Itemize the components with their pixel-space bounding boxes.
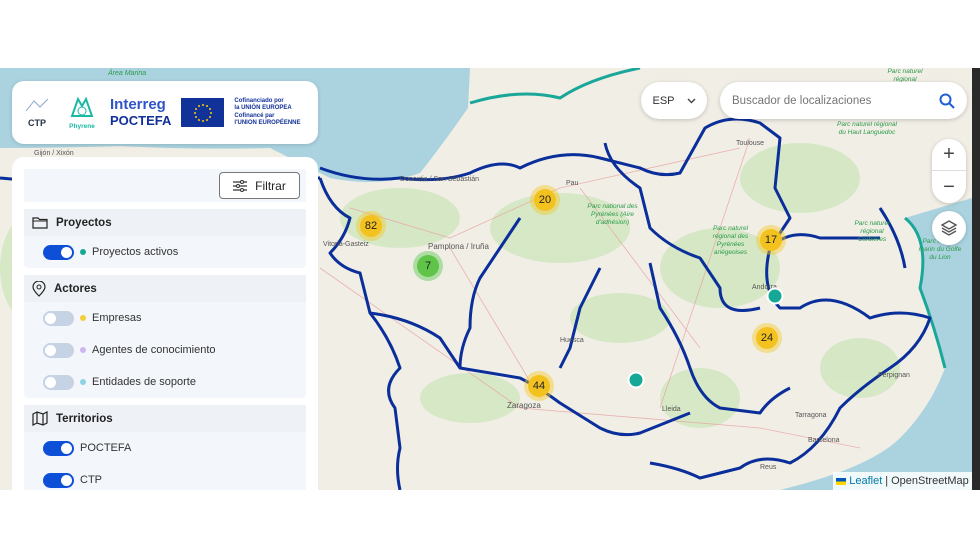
- legend-dot: [80, 249, 86, 255]
- chevron-down-icon: [687, 98, 695, 103]
- cluster-marker[interactable]: 44: [524, 371, 554, 401]
- ctp-logo: CTP: [20, 97, 54, 128]
- section-title: Territorios: [56, 412, 113, 425]
- search-icon[interactable]: [939, 93, 955, 109]
- filter-button[interactable]: Filtrar: [219, 172, 300, 199]
- sliders-icon: [233, 179, 248, 192]
- map-label: Gijón / Xixón: [34, 150, 74, 157]
- layer-label: CTP: [80, 474, 102, 486]
- ctp-toggle[interactable]: [43, 472, 74, 488]
- legend-dot: [80, 379, 86, 385]
- map-label: Vitoria-Gasteiz: [323, 241, 369, 248]
- language-value: ESP: [652, 94, 675, 107]
- interreg-logo: Interreg POCTEFA: [110, 95, 172, 128]
- section-proyectos: Proyectos Proyectos activos: [24, 209, 306, 268]
- map-label: Barcelona: [808, 437, 840, 444]
- layer-label: Proyectos activos: [92, 246, 179, 258]
- park-label: Parc naturel régional des Pyrénées ariég…: [712, 225, 749, 256]
- map-label: Lleida: [662, 406, 681, 413]
- cluster-marker[interactable]: 17: [756, 225, 786, 255]
- project-marker[interactable]: [627, 371, 645, 389]
- map-label: Zaragoza: [507, 401, 541, 410]
- map-label: Donostia / San Sebastián: [400, 176, 479, 183]
- proyectos-activos-toggle[interactable]: [43, 244, 74, 260]
- cluster-marker[interactable]: 24: [752, 323, 782, 353]
- section-title: Proyectos: [56, 216, 112, 229]
- map-label: Reus: [760, 464, 777, 471]
- layer-row: Entidades de soporte: [24, 366, 306, 398]
- location-search: [720, 82, 967, 119]
- cluster-count: 24: [756, 327, 778, 349]
- zoom-in-button[interactable]: +: [932, 139, 966, 171]
- section-actores: Actores Empresas Agentes de conocimiento…: [24, 275, 306, 398]
- cluster-count: 7: [417, 255, 439, 277]
- map-label: Tarragona: [795, 412, 827, 419]
- phyrene-logo: Phyrene: [64, 96, 100, 130]
- window-edge: [972, 68, 980, 490]
- eu-flag-icon: [181, 98, 225, 127]
- cluster-marker[interactable]: 82: [356, 211, 386, 241]
- search-input[interactable]: [732, 94, 922, 107]
- map-icon: [32, 411, 48, 426]
- folder-icon: [32, 217, 48, 229]
- osm-link[interactable]: OpenStreetMap: [891, 475, 969, 487]
- filter-bar: Filtrar: [24, 169, 306, 202]
- agentes-toggle[interactable]: [43, 342, 74, 358]
- cluster-marker[interactable]: 7: [413, 251, 443, 281]
- layer-label: POCTEFA: [80, 442, 132, 454]
- attribution-separator: |: [885, 475, 889, 487]
- cluster-count: 44: [528, 375, 550, 397]
- legend-dot: [80, 315, 86, 321]
- project-marker[interactable]: [766, 287, 784, 305]
- park-label: Parc national des Pyrénées (Aire d'adhés…: [587, 203, 638, 226]
- layer-row: Proyectos activos: [24, 236, 306, 268]
- map-label: Pamplona / Iruña: [428, 242, 489, 251]
- logo-card: CTP Phyrene Interreg POCTEFA Cofinanciad…: [12, 81, 318, 144]
- layer-label: Entidades de soporte: [92, 376, 196, 388]
- cluster-count: 17: [760, 229, 782, 251]
- filter-panel: Filtrar Proyectos Proyectos activos Acto…: [12, 157, 318, 490]
- entidades-toggle[interactable]: [43, 374, 74, 390]
- layer-label: Empresas: [92, 312, 142, 324]
- layer-row: Empresas: [24, 302, 306, 334]
- empresas-toggle[interactable]: [43, 310, 74, 326]
- layers-button[interactable]: [932, 211, 966, 245]
- poctefa-toggle[interactable]: [43, 440, 74, 456]
- map-label: Pau: [566, 180, 579, 187]
- layer-label: Agentes de conocimiento: [92, 344, 216, 356]
- layer-row: CTP: [24, 464, 306, 490]
- section-territorios: Territorios POCTEFA CTP: [24, 405, 306, 490]
- map-label: Toulouse: [736, 140, 765, 147]
- cluster-count: 20: [534, 189, 556, 211]
- layers-icon: [940, 220, 958, 236]
- cluster-count: 82: [360, 215, 382, 237]
- cluster-marker[interactable]: 20: [530, 185, 560, 215]
- map-label: Área Marina: [108, 70, 147, 77]
- zoom-out-button[interactable]: −: [932, 171, 966, 203]
- filter-label: Filtrar: [255, 178, 286, 193]
- map-pin-icon: [32, 280, 46, 297]
- layer-row: Agentes de conocimiento: [24, 334, 306, 366]
- leaflet-link[interactable]: Leaflet: [849, 475, 882, 487]
- eu-cofinancing-text: Cofinanciado por la UNIÓN EUROPEA Cofinan…: [234, 97, 301, 127]
- section-title: Actores: [54, 282, 97, 295]
- map-label: Huesca: [560, 337, 584, 344]
- legend-dot: [80, 347, 86, 353]
- language-select[interactable]: ESP: [641, 82, 707, 119]
- ukraine-flag-icon: [836, 477, 847, 485]
- park-label: Parc naturel régional du Haut Languedoc: [837, 121, 897, 136]
- map-label: Perpignan: [878, 372, 910, 379]
- zoom-control: + −: [932, 139, 966, 203]
- layer-row: POCTEFA: [24, 432, 306, 464]
- park-label: Parc naturel régional Corbières: [854, 220, 890, 243]
- map-attribution: Leaflet | OpenStreetMap: [833, 472, 972, 490]
